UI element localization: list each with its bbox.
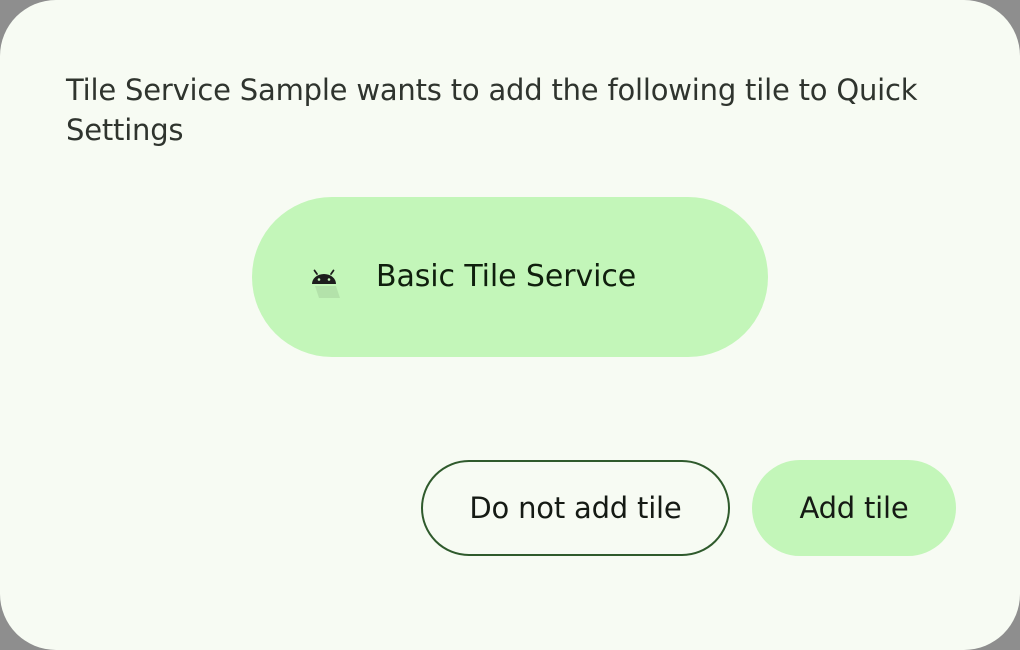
android-icon: [312, 269, 340, 298]
dialog-message: Tile Service Sample wants to add the fol…: [66, 73, 918, 147]
tile-label: Basic Tile Service: [376, 259, 637, 294]
do-not-add-tile-button[interactable]: Do not add tile: [421, 460, 730, 556]
add-tile-dialog: Tile Service Sample wants to add the fol…: [0, 0, 1020, 650]
add-tile-button[interactable]: Add tile: [752, 460, 956, 556]
